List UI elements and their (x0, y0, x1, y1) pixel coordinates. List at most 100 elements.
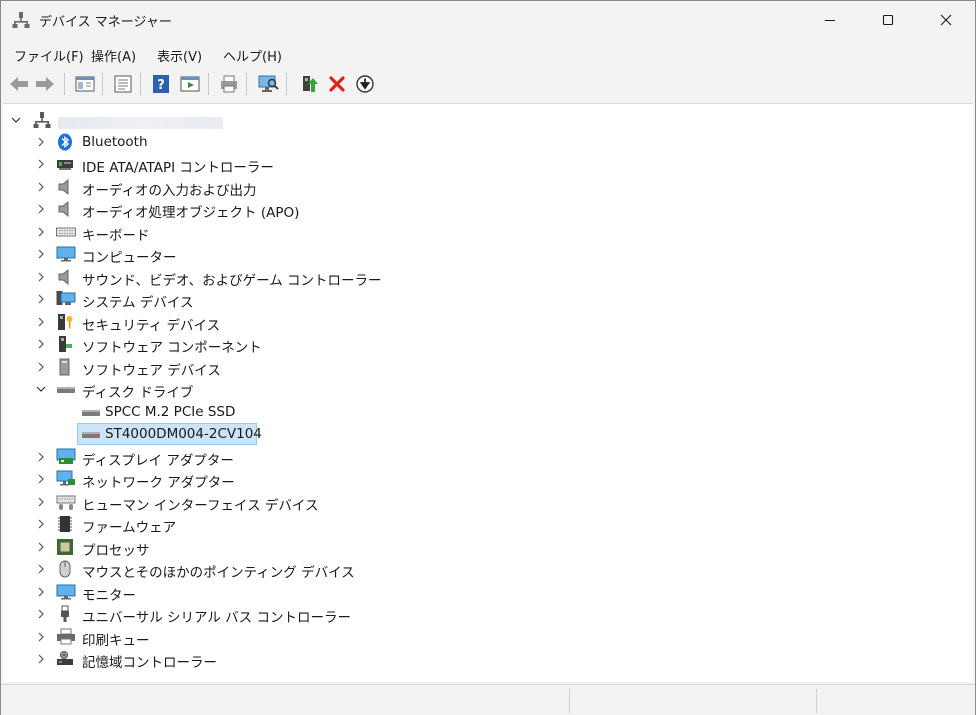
tree-node-monitors[interactable]: モニター (3, 581, 963, 604)
tree-node-label: ST4000DM004-2CV104 (105, 426, 262, 442)
chevron-right-icon[interactable] (36, 497, 46, 507)
device-tree[interactable]: Bluetooth IDE ATA/ATAPI コントローラー オーディオの入力… (3, 103, 973, 682)
tree-node-usb[interactable]: ユニバーサル シリアル バス コントローラー (3, 603, 963, 626)
update-driver-button[interactable] (297, 72, 321, 96)
keyboard-icon (56, 223, 76, 241)
console-tree-icon (75, 76, 95, 92)
tree-node-storage-controllers[interactable]: 記憶域コントローラー (3, 648, 963, 671)
tree-node-firmware[interactable]: ファームウェア (3, 513, 963, 536)
uninstall-icon (329, 76, 345, 92)
chevron-right-icon[interactable] (36, 204, 46, 214)
minimize-icon (825, 20, 835, 21)
tree-node-processor[interactable]: プロセッサ (3, 536, 963, 559)
display-adapter-icon (56, 448, 76, 466)
tree-node-computer[interactable]: コンピューター (3, 243, 963, 266)
scan-hardware-button[interactable] (256, 72, 280, 96)
tree-node-security-devices[interactable]: セキュリティ デバイス (3, 311, 963, 334)
chevron-right-icon[interactable] (36, 452, 46, 462)
forward-button[interactable] (33, 72, 57, 96)
tree-node-apo[interactable]: オーディオ処理オブジェクト (APO) (3, 198, 963, 221)
chevron-right-icon[interactable] (36, 317, 46, 327)
tree-child-disk-ssd[interactable]: SPCC M.2 PCIe SSD (3, 401, 963, 423)
tree-node-hid[interactable]: ヒューマン インターフェイス デバイス (3, 491, 963, 514)
chevron-right-icon[interactable] (36, 159, 46, 169)
toolbar-separator (140, 73, 141, 95)
tree-node-label: ヒューマン インターフェイス デバイス (82, 498, 319, 514)
tree-node-disk-drives[interactable]: ディスク ドライブ (3, 378, 963, 401)
chevron-right-icon[interactable] (36, 542, 46, 552)
monitor-icon (56, 583, 76, 601)
speaker-icon (56, 268, 74, 286)
action-pane-button[interactable] (178, 72, 202, 96)
tree-node-label: ディスプレイ アダプター (82, 453, 234, 469)
minimize-button[interactable] (801, 1, 859, 39)
tree-node-keyboard[interactable]: キーボード (3, 221, 963, 244)
monitor-icon (56, 245, 76, 263)
chevron-down-icon[interactable] (11, 115, 21, 125)
chevron-right-icon[interactable] (36, 249, 46, 259)
chevron-right-icon[interactable] (36, 227, 46, 237)
tree-root[interactable] (3, 109, 963, 131)
maximize-button[interactable] (859, 1, 917, 39)
hid-icon (56, 493, 76, 511)
chevron-right-icon[interactable] (36, 339, 46, 349)
close-icon (940, 14, 952, 26)
svg-text:?: ? (157, 78, 165, 93)
tree-child-disk-hdd[interactable]: ST4000DM004-2CV104 (3, 423, 963, 445)
printer-icon (56, 628, 75, 646)
tree-node-software-devices[interactable]: ソフトウェア デバイス (3, 356, 963, 379)
tree-node-software-components[interactable]: ソフトウェア コンポーネント (3, 333, 963, 356)
menu-action[interactable]: 操作(A) (91, 46, 136, 65)
chevron-right-icon[interactable] (36, 182, 46, 192)
ide-controller-icon (56, 155, 74, 173)
tree-node-network-adapters[interactable]: ネットワーク アダプター (3, 468, 963, 491)
firmware-icon (56, 515, 74, 533)
chevron-right-icon[interactable] (36, 294, 46, 304)
tree-node-label: プロセッサ (82, 543, 150, 559)
menu-file[interactable]: ファイル(F) (14, 46, 84, 65)
chevron-right-icon[interactable] (36, 587, 46, 597)
chevron-right-icon[interactable] (36, 362, 46, 372)
print-button[interactable] (217, 72, 241, 96)
menu-view[interactable]: 表示(V) (157, 46, 202, 65)
chevron-right-icon[interactable] (36, 654, 46, 664)
software-component-icon (56, 335, 74, 353)
properties-button[interactable] (111, 72, 135, 96)
help-button[interactable]: ? (149, 72, 173, 96)
tree-node-display-adapters[interactable]: ディスプレイ アダプター (3, 446, 963, 469)
chevron-down-icon[interactable] (36, 384, 46, 394)
tree-node-bluetooth[interactable]: Bluetooth (3, 131, 963, 153)
menu-bar: ファイル(F) 操作(A) 表示(V) ヘルプ(H) (1, 39, 975, 69)
show-hide-console-tree-button[interactable] (73, 72, 97, 96)
chevron-right-icon[interactable] (36, 564, 46, 574)
disk-drive-icon (81, 425, 100, 443)
disable-icon (356, 75, 374, 93)
status-bar (1, 684, 975, 715)
tree-node-system-devices[interactable]: システム デバイス (3, 288, 963, 311)
tree-node-ide-controller[interactable]: IDE ATA/ATAPI コントローラー (3, 153, 963, 176)
back-button[interactable] (7, 72, 31, 96)
tree-node-print-queue[interactable]: 印刷キュー (3, 626, 963, 649)
chevron-right-icon[interactable] (36, 632, 46, 642)
speaker-icon (56, 178, 74, 196)
chevron-right-icon[interactable] (36, 474, 46, 484)
tree-node-label: ソフトウェア デバイス (82, 363, 221, 379)
tree-node-label: オーディオの入力および出力 (82, 183, 257, 199)
tree-node-label: ソフトウェア コンポーネント (82, 340, 262, 356)
tree-node-label: ネットワーク アダプター (82, 475, 235, 491)
tree-node-mouse[interactable]: マウスとそのほかのポインティング デバイス (3, 558, 963, 581)
chevron-right-icon[interactable] (36, 609, 46, 619)
tree-node-audio-io[interactable]: オーディオの入力および出力 (3, 176, 963, 199)
menu-help[interactable]: ヘルプ(H) (223, 46, 282, 65)
close-button[interactable] (917, 1, 975, 39)
tree-node-sound-video-game[interactable]: サウンド、ビデオ、およびゲーム コントローラー (3, 266, 963, 289)
uninstall-device-button[interactable] (325, 72, 349, 96)
tree-node-label: ファームウェア (82, 520, 177, 536)
disable-device-button[interactable] (353, 72, 377, 96)
chevron-right-icon[interactable] (36, 137, 46, 147)
update-driver-icon (303, 76, 318, 92)
chevron-right-icon[interactable] (36, 519, 46, 529)
toolbar-separator (246, 73, 247, 95)
title-bar[interactable]: デバイス マネージャー (1, 1, 975, 39)
chevron-right-icon[interactable] (36, 272, 46, 282)
